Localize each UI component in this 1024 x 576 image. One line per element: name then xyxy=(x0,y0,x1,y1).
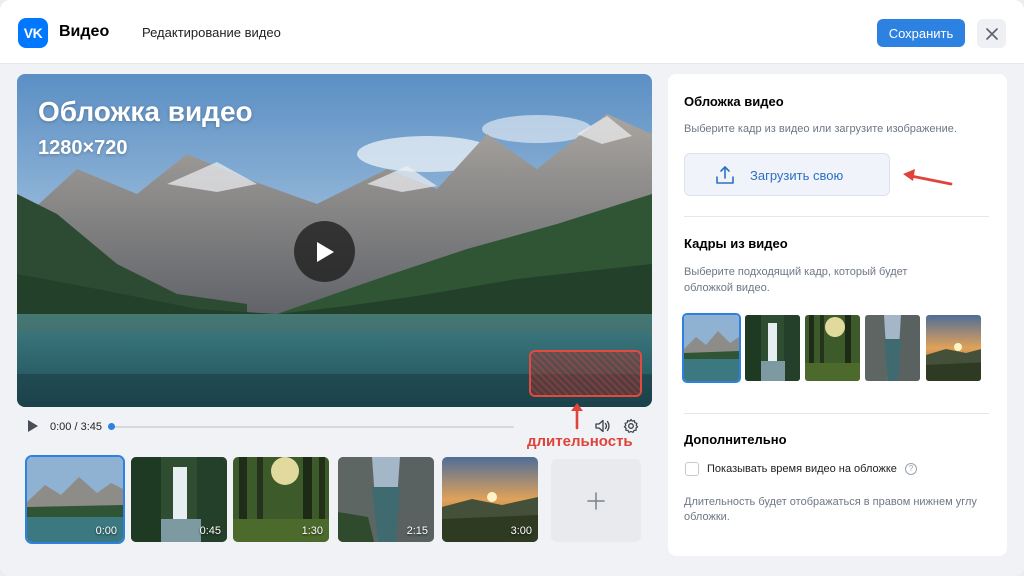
thumbnail-0[interactable]: 0:00 xyxy=(25,455,125,544)
vk-logo: VK xyxy=(18,18,48,48)
play-icon xyxy=(316,241,334,262)
thumbnail-3[interactable]: 2:15 xyxy=(338,457,434,542)
volume-icon[interactable] xyxy=(595,419,611,433)
annotation-arrow-left-icon xyxy=(903,169,953,186)
duration-highlight xyxy=(529,350,642,397)
frames-section-title: Кадры из видео xyxy=(684,236,788,251)
frame-option-1[interactable] xyxy=(745,315,800,381)
add-frame-button[interactable] xyxy=(551,459,641,542)
thumbnail-time: 1:30 xyxy=(301,525,323,537)
frame-image xyxy=(865,315,920,381)
thumbnail-4[interactable]: 3:00 xyxy=(442,457,538,542)
thumbnail-time: 0:45 xyxy=(199,525,221,537)
time-display: 0:00 / 3:45 xyxy=(50,421,102,433)
app-title: Видео xyxy=(59,23,110,40)
play-small-icon[interactable] xyxy=(27,419,39,433)
divider xyxy=(684,216,989,217)
plus-icon xyxy=(587,491,605,510)
upload-label: Загрузить свою xyxy=(750,168,844,183)
help-icon[interactable]: ? xyxy=(905,463,917,475)
timeline-thumbnails: 0:00 0:45 1:30 2:15 3:00 xyxy=(25,455,645,545)
frame-option-0[interactable] xyxy=(682,313,741,383)
show-duration-label[interactable]: Показывать время видео на обложке xyxy=(707,463,897,475)
divider xyxy=(684,413,989,414)
upload-icon xyxy=(716,166,734,184)
editor-window: VK Видео Редактирование видео Сохранить xyxy=(0,0,1024,576)
page-title: Редактирование видео xyxy=(142,25,281,40)
frame-image xyxy=(805,315,860,381)
video-area: Обложка видео 1280×720 0:00 / 3:45 длите… xyxy=(0,64,664,576)
extra-note-line2: обложки. xyxy=(684,511,730,523)
frame-image xyxy=(745,315,800,381)
thumbnail-time: 2:15 xyxy=(406,525,428,537)
gear-icon[interactable] xyxy=(623,418,639,434)
thumbnail-2[interactable]: 1:30 xyxy=(233,457,329,542)
cover-section-description: Выберите кадр из видео или загрузите изо… xyxy=(684,123,957,135)
settings-panel: Обложка видео Выберите кадр из видео или… xyxy=(668,74,1007,556)
cover-size: 1280×720 xyxy=(38,137,128,159)
show-duration-checkbox[interactable] xyxy=(685,462,699,476)
thumbnail-time: 3:00 xyxy=(510,525,532,537)
save-button[interactable]: Сохранить xyxy=(877,19,965,47)
extra-section-title: Дополнительно xyxy=(684,432,787,447)
frames-description-line2: обложкой видео. xyxy=(684,282,770,294)
video-preview[interactable]: Обложка видео 1280×720 xyxy=(17,74,652,407)
frames-description-line1: Выберите подходящий кадр, который будет xyxy=(684,266,908,278)
close-button[interactable] xyxy=(977,19,1006,48)
frame-option-2[interactable] xyxy=(805,315,860,381)
progress-bar[interactable] xyxy=(109,426,514,428)
header-bar: VK Видео Редактирование видео Сохранить xyxy=(0,0,1024,64)
progress-thumb[interactable] xyxy=(108,423,115,430)
play-button[interactable] xyxy=(294,221,355,282)
frame-picker xyxy=(682,313,989,383)
frame-image xyxy=(926,315,981,381)
annotation-label: длительность xyxy=(527,433,633,450)
annotation-arrow-up-icon xyxy=(571,403,583,430)
frame-image xyxy=(684,315,739,381)
thumbnail-time: 0:00 xyxy=(95,525,117,537)
frame-option-3[interactable] xyxy=(865,315,920,381)
close-icon xyxy=(985,27,998,40)
frame-option-4[interactable] xyxy=(926,315,981,381)
cover-section-title: Обложка видео xyxy=(684,94,784,109)
upload-cover-button[interactable]: Загрузить свою xyxy=(684,153,890,196)
thumbnail-1[interactable]: 0:45 xyxy=(131,457,227,542)
extra-note-line1: Длительность будет отображаться в правом… xyxy=(684,496,977,508)
cover-title: Обложка видео xyxy=(38,96,253,127)
